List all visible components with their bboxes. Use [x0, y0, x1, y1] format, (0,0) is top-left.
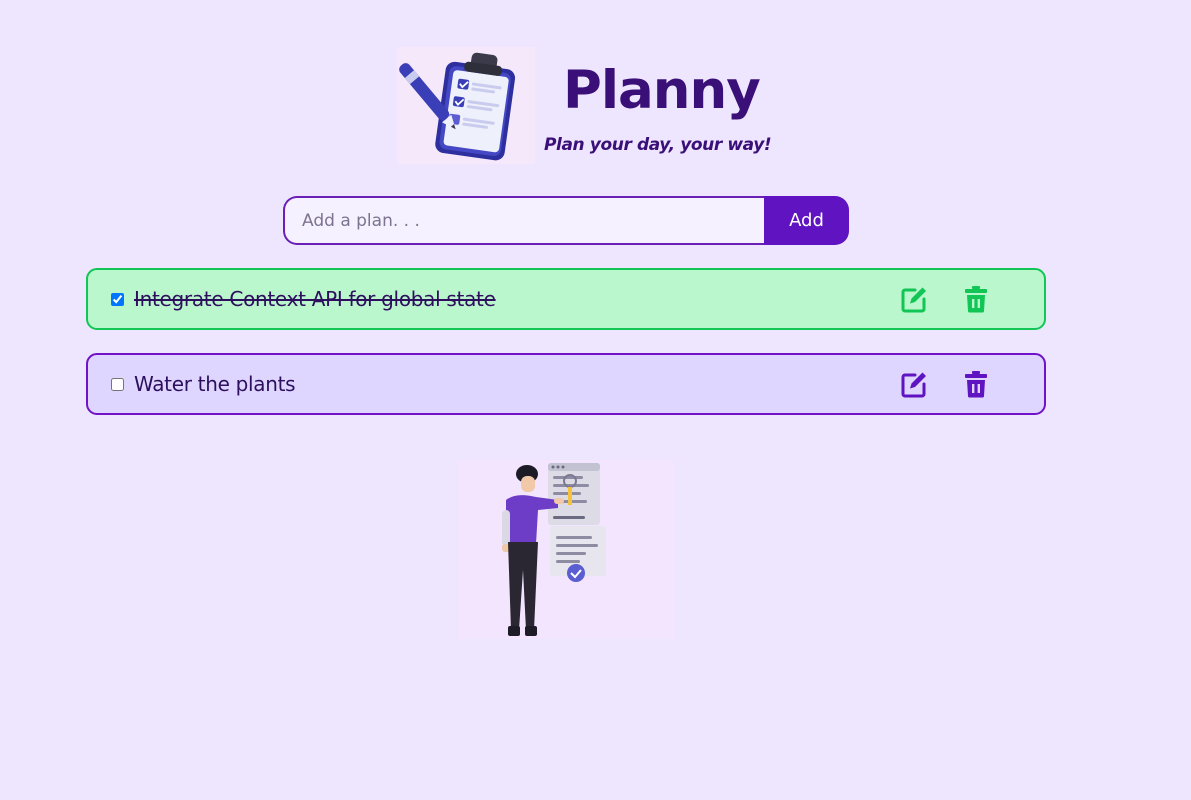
- plan-text: Water the plants: [134, 372, 296, 396]
- clipboard-logo-icon: [397, 47, 535, 164]
- person-reviewing-document-illustration: [458, 460, 674, 639]
- add-plan-input[interactable]: [283, 196, 764, 245]
- plan-item: Water the plants: [86, 353, 1046, 415]
- trash-icon[interactable]: [961, 369, 991, 399]
- app-tagline: Plan your day, your way!: [544, 135, 772, 155]
- plan-text: Integrate Context API for global state: [134, 287, 496, 311]
- plan-checkbox[interactable]: [111, 377, 124, 391]
- app-title: Planny: [563, 60, 761, 121]
- edit-icon[interactable]: [899, 284, 929, 314]
- plan-checkbox[interactable]: [111, 292, 124, 306]
- plan-item: Integrate Context API for global state: [86, 268, 1046, 330]
- add-plan-button[interactable]: Add: [764, 196, 849, 245]
- edit-icon[interactable]: [899, 369, 929, 399]
- trash-icon[interactable]: [961, 284, 991, 314]
- planny-app: Planny Plan your day, your way! Add Inte…: [0, 0, 1191, 800]
- add-plan-form: Add: [283, 196, 849, 245]
